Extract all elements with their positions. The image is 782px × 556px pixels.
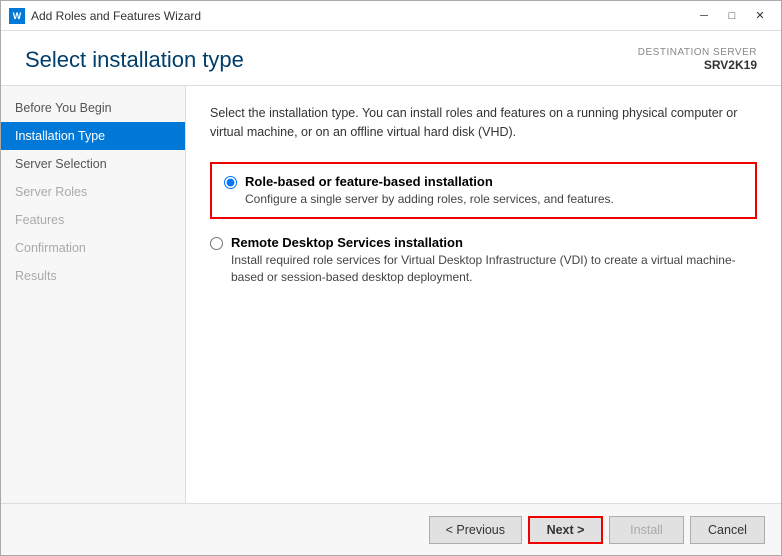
next-button[interactable]: Next > <box>528 516 603 544</box>
sidebar-item-before-you-begin[interactable]: Before You Begin <box>1 94 185 122</box>
wizard-window: W Add Roles and Features Wizard ─ □ ✕ Se… <box>0 0 782 556</box>
option-remote-desktop[interactable]: Remote Desktop Services installation Ins… <box>210 235 757 286</box>
destination-server-name: SRV2K19 <box>638 58 757 72</box>
destination-server-label: DESTINATION SERVER <box>638 47 757 58</box>
cancel-button[interactable]: Cancel <box>690 516 765 544</box>
maximize-button[interactable]: □ <box>719 6 745 26</box>
sidebar: Before You Begin Installation Type Serve… <box>1 86 186 503</box>
content-description: Select the installation type. You can in… <box>210 104 757 142</box>
installation-options: Role-based or feature-based installation… <box>210 162 757 286</box>
sidebar-item-results: Results <box>1 262 185 290</box>
sidebar-item-installation-type[interactable]: Installation Type <box>1 122 185 150</box>
sidebar-item-confirmation: Confirmation <box>1 234 185 262</box>
destination-server-info: DESTINATION SERVER SRV2K19 <box>638 47 757 72</box>
radio-remote-desktop[interactable] <box>210 237 223 250</box>
sidebar-item-server-selection[interactable]: Server Selection <box>1 150 185 178</box>
page-title: Select installation type <box>25 47 244 73</box>
sidebar-item-server-roles: Server Roles <box>1 178 185 206</box>
title-bar: W Add Roles and Features Wizard ─ □ ✕ <box>1 1 781 31</box>
wizard-header: Select installation type DESTINATION SER… <box>1 31 781 86</box>
content-area: Select the installation type. You can in… <box>186 86 781 503</box>
app-icon: W <box>9 8 25 24</box>
previous-button[interactable]: < Previous <box>429 516 522 544</box>
option-role-based-title: Role-based or feature-based installation <box>245 174 614 189</box>
install-button: Install <box>609 516 684 544</box>
option-remote-desktop-text: Remote Desktop Services installation Ins… <box>231 235 757 286</box>
footer: < Previous Next > Install Cancel <box>1 503 781 555</box>
window-title: Add Roles and Features Wizard <box>31 9 691 23</box>
option-role-based-desc: Configure a single server by adding role… <box>245 191 614 208</box>
window-controls: ─ □ ✕ <box>691 6 773 26</box>
sidebar-item-features: Features <box>1 206 185 234</box>
option-remote-desktop-title: Remote Desktop Services installation <box>231 235 757 250</box>
option-role-based-text: Role-based or feature-based installation… <box>245 174 614 208</box>
minimize-button[interactable]: ─ <box>691 6 717 26</box>
option-role-based[interactable]: Role-based or feature-based installation… <box>210 162 757 220</box>
radio-role-based[interactable] <box>224 176 237 189</box>
close-button[interactable]: ✕ <box>747 6 773 26</box>
wizard-body: Before You Begin Installation Type Serve… <box>1 86 781 503</box>
option-remote-desktop-desc: Install required role services for Virtu… <box>231 252 757 286</box>
